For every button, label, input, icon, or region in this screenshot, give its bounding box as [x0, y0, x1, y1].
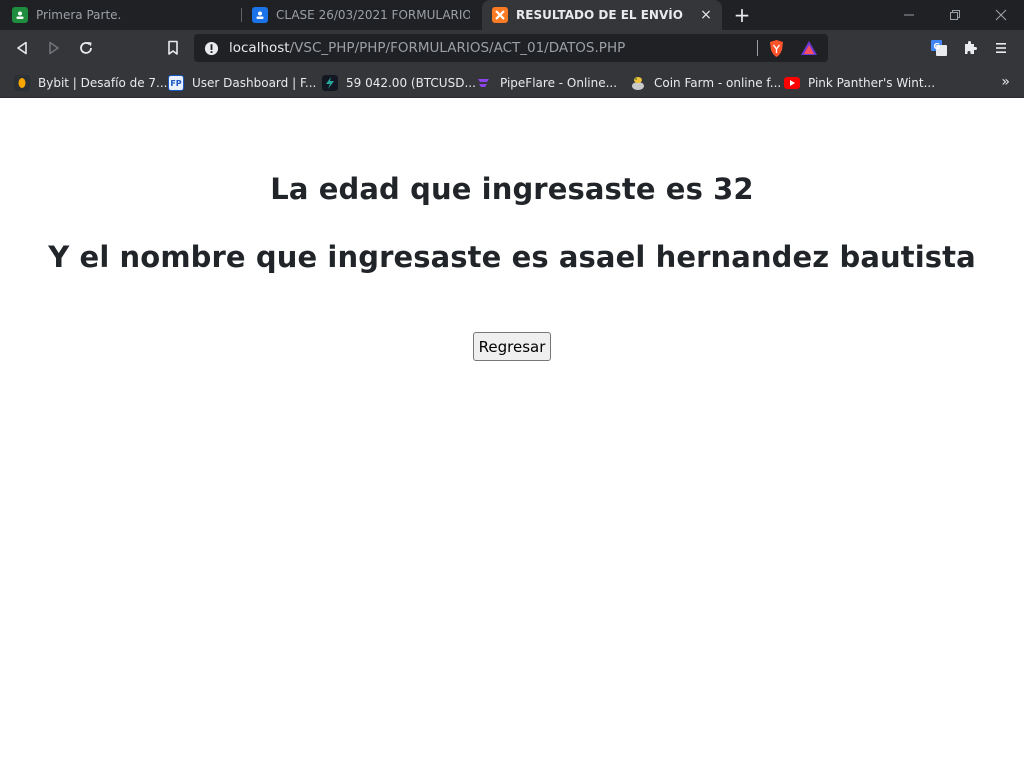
back-button[interactable] — [10, 36, 34, 60]
bookmark-user-dashboard[interactable]: FP User Dashboard | F... — [168, 74, 316, 92]
hamburger-menu-icon — [996, 43, 1006, 53]
bookmark-label: User Dashboard | F... — [192, 76, 317, 90]
close-icon — [995, 9, 1007, 21]
coin-farm-icon — [630, 75, 646, 91]
address-bar[interactable]: localhost/VSC_PHP/PHP/FORMULARIOS/ACT_01… — [194, 34, 828, 62]
tab-title: RESULTADO DE EL ENVÍO — [516, 8, 683, 22]
name-result-heading: Y el nombre que ingresaste es asael hern… — [48, 240, 976, 274]
bookmark-label: Pink Panther's Wint... — [808, 76, 936, 90]
restore-icon — [950, 10, 960, 20]
brave-shields-icon[interactable] — [768, 39, 785, 62]
google-classroom-icon — [12, 7, 28, 23]
tab-title: Primera Parte. — [36, 8, 122, 22]
youtube-icon — [784, 77, 800, 89]
bookmark-button[interactable] — [161, 36, 185, 60]
reload-icon — [80, 42, 92, 54]
svg-text:G: G — [934, 42, 941, 51]
tradingview-icon — [322, 75, 338, 91]
forward-arrow-icon — [49, 41, 59, 55]
reload-button[interactable] — [74, 36, 98, 60]
extensions-button[interactable] — [958, 36, 982, 60]
bybit-icon — [14, 75, 30, 91]
browser-window: Primera Parte. CLASE 26/03/2021 FORMULAR… — [0, 0, 1024, 768]
tab-primera-parte[interactable]: Primera Parte. — [2, 0, 240, 30]
bookmark-pipeflare[interactable]: PipeFlare - Online... — [476, 74, 617, 92]
pipeflare-icon — [476, 75, 492, 91]
tab-strip: Primera Parte. CLASE 26/03/2021 FORMULAR… — [0, 0, 1024, 30]
close-tab-icon[interactable]: × — [698, 7, 714, 23]
bookmark-coin-farm[interactable]: Coin Farm - online f... — [630, 74, 781, 92]
puzzle-icon — [965, 41, 977, 54]
tab-resultado-envio[interactable]: RESULTADO DE EL ENVÍO × — [482, 0, 722, 30]
back-arrow-icon — [17, 41, 27, 55]
bookmark-icon — [168, 40, 178, 55]
bookmark-label: PipeFlare - Online... — [500, 76, 618, 90]
google-translate-icon: G — [931, 40, 947, 56]
bookmarks-overflow-button[interactable]: » — [1001, 74, 1010, 90]
close-window-button[interactable] — [978, 0, 1024, 30]
page-content: La edad que ingresaste es 32 Y el nombre… — [0, 98, 1024, 768]
bookmark-label: Coin Farm - online f... — [654, 76, 782, 90]
bookmark-pink-panther[interactable]: Pink Panther's Wint... — [784, 74, 935, 92]
browser-toolbar: localhost/VSC_PHP/PHP/FORMULARIOS/ACT_01… — [0, 30, 1024, 66]
menu-button[interactable] — [989, 36, 1013, 60]
url-path: /VSC_PHP/PHP/FORMULARIOS/ACT_01/DATOS.PH… — [289, 40, 626, 56]
tab-clase-formularios[interactable]: CLASE 26/03/2021 FORMULARIOS (DE — [242, 0, 480, 30]
bookmark-bybit[interactable]: Bybit | Desafío de 7... — [14, 74, 168, 92]
omnibox-separator — [757, 40, 758, 56]
bookmark-label: 59 042.00 (BTCUSD... — [346, 76, 476, 90]
age-result-heading: La edad que ingresaste es 32 — [270, 172, 754, 206]
bookmark-btcusd[interactable]: 59 042.00 (BTCUSD... — [322, 74, 476, 92]
google-classroom-icon — [252, 7, 268, 23]
new-tab-button[interactable]: + — [731, 4, 753, 26]
info-warning-icon — [204, 41, 219, 55]
xampp-icon — [492, 7, 508, 23]
forward-button[interactable] — [42, 36, 66, 60]
back-button[interactable]: Regresar — [473, 332, 551, 361]
brave-rewards-icon[interactable] — [800, 40, 818, 60]
url-host: localhost — [229, 40, 290, 56]
url-text: localhost/VSC_PHP/PHP/FORMULARIOS/ACT_01… — [229, 40, 625, 56]
fp-icon: FP — [168, 75, 184, 91]
translate-extension-button[interactable]: G — [927, 36, 951, 60]
restore-button[interactable] — [932, 0, 978, 30]
tab-title: CLASE 26/03/2021 FORMULARIOS (DE — [276, 8, 470, 22]
minimize-icon — [904, 14, 914, 16]
bookmark-label: Bybit | Desafío de 7... — [38, 76, 168, 90]
minimize-button[interactable] — [886, 0, 932, 30]
bookmarks-bar: Bybit | Desafío de 7... FP User Dashboar… — [0, 66, 1024, 98]
